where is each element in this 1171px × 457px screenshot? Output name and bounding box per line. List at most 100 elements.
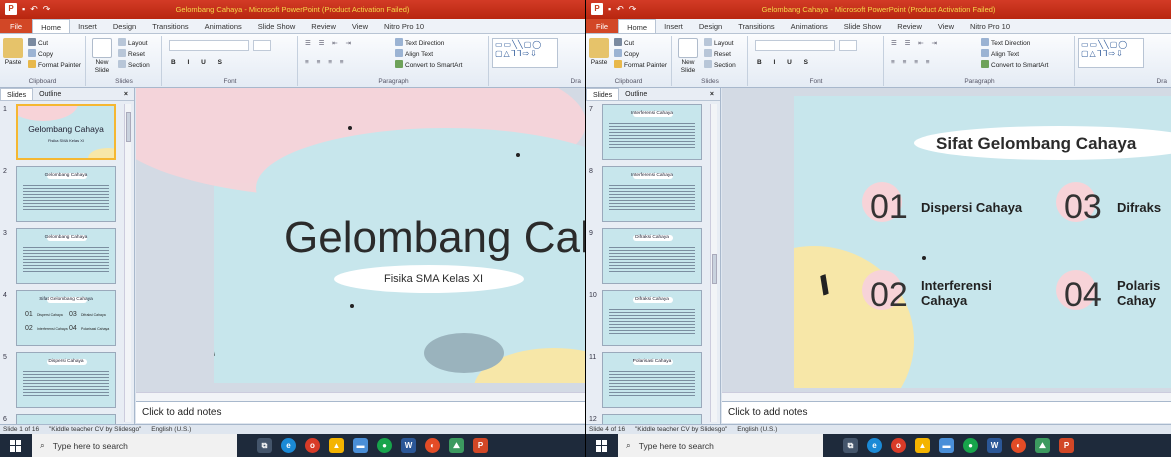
file-explorer-icon[interactable]: ▬ (939, 438, 954, 453)
list-buttons[interactable]: ☰ ☰ ⇤ ⇥ (891, 39, 940, 49)
tab-outline[interactable]: Outline (33, 88, 67, 100)
item-label[interactable]: Difraks (1117, 200, 1161, 215)
tab-nitro[interactable]: Nitro Pro 10 (376, 19, 432, 33)
task-view-icon[interactable]: ⧉ (843, 438, 858, 453)
layout-button[interactable]: Layout (704, 38, 734, 49)
tab-design[interactable]: Design (105, 19, 144, 33)
tab-review[interactable]: Review (303, 19, 344, 33)
powerpoint-icon[interactable]: P (1059, 438, 1074, 453)
tab-design[interactable]: Design (691, 19, 730, 33)
reset-button[interactable]: Reset (704, 49, 731, 60)
tab-animations[interactable]: Animations (197, 19, 250, 33)
tab-outline[interactable]: Outline (619, 88, 653, 100)
cut-button[interactable]: Cut (614, 38, 634, 49)
panel-scrollbar[interactable] (710, 104, 717, 422)
font-size-select[interactable] (839, 40, 857, 51)
windows-start-icon[interactable] (596, 439, 608, 452)
vlc-icon[interactable]: ▲ (915, 438, 930, 453)
tab-file[interactable]: File (0, 19, 33, 33)
tab-slides[interactable]: Slides (586, 88, 620, 100)
slide-title[interactable]: Sifat Gelombang Cahaya (936, 134, 1136, 154)
tab-insert[interactable]: Insert (656, 19, 691, 33)
font-family-select[interactable] (755, 40, 835, 51)
chrome-icon[interactable]: ● (377, 438, 392, 453)
tab-home[interactable]: Home (32, 19, 71, 33)
tab-insert[interactable]: Insert (70, 19, 105, 33)
slide-thumbnail-5[interactable]: Dispersi Cahaya (16, 352, 116, 408)
font-size-select[interactable] (253, 40, 271, 51)
align-buttons[interactable]: ≡ ≡ ≡ ≡ (891, 58, 933, 68)
font-format-buttons[interactable]: B I U S (171, 58, 227, 68)
scrollbar-thumb[interactable] (126, 112, 131, 142)
app-icon[interactable]: o (305, 438, 320, 453)
align-buttons[interactable]: ≡ ≡ ≡ ≡ (305, 58, 347, 68)
slide-thumbnail-2[interactable]: Gelombang Cahaya (16, 166, 116, 222)
task-view-icon[interactable]: ⧉ (257, 438, 272, 453)
slide-thumbnail-10[interactable]: Difraksi Cahaya (602, 290, 702, 346)
section-button[interactable]: Section (118, 60, 150, 71)
word-icon[interactable]: W (401, 438, 416, 453)
taskbar-search[interactable]: ⌕ Type here to search (618, 434, 823, 457)
edge-icon[interactable]: e (867, 438, 882, 453)
editor-h-scrollbar[interactable] (136, 392, 585, 401)
item-label[interactable]: Polaris Cahay (1117, 278, 1169, 308)
tab-nitro[interactable]: Nitro Pro 10 (962, 19, 1018, 33)
notes-pane[interactable]: Click to add notes (722, 401, 1171, 423)
powerpoint-icon[interactable]: P (473, 438, 488, 453)
photos-icon[interactable]: ⛰ (1035, 438, 1050, 453)
slide-subtitle[interactable]: Fisika SMA Kelas XI (384, 273, 483, 285)
font-format-buttons[interactable]: B I U S (757, 58, 813, 68)
editor-h-scrollbar[interactable] (722, 392, 1171, 401)
paste-button[interactable]: Paste (588, 38, 610, 67)
slide-thumbnail-9[interactable]: Difraksi Cahaya (602, 228, 702, 284)
chrome-icon[interactable]: ● (963, 438, 978, 453)
tab-review[interactable]: Review (889, 19, 930, 33)
new-slide-button[interactable]: New Slide (675, 38, 701, 75)
slide-title[interactable]: Gelombang Cahaya (284, 213, 585, 263)
tab-transitions[interactable]: Transitions (730, 19, 782, 33)
format-painter-button[interactable]: Format Painter (614, 60, 667, 71)
list-buttons[interactable]: ☰ ☰ ⇤ ⇥ (305, 39, 354, 49)
paste-button[interactable]: Paste (2, 38, 24, 67)
slide-thumbnail-1[interactable]: Gelombang Cahaya Fisika SMA Kelas XI (16, 104, 116, 160)
slide-thumbnail-7[interactable]: Interferensi Cahaya (602, 104, 702, 160)
tab-slide-show[interactable]: Slide Show (250, 19, 304, 33)
section-button[interactable]: Section (704, 60, 736, 71)
close-panel-icon[interactable]: × (118, 88, 134, 100)
word-icon[interactable]: W (987, 438, 1002, 453)
item-label[interactable]: Interferensi Cahaya (921, 278, 1011, 308)
text-direction-button[interactable]: Text Direction (395, 38, 444, 49)
tab-slide-show[interactable]: Slide Show (836, 19, 890, 33)
close-panel-icon[interactable]: × (704, 88, 720, 100)
photos-icon[interactable]: ⛰ (449, 438, 464, 453)
slide-thumbnail-4[interactable]: Sifat Gelombang Cahaya 01 Dispersi Cahay… (16, 290, 116, 346)
tab-view[interactable]: View (344, 19, 376, 33)
tab-view[interactable]: View (930, 19, 962, 33)
align-text-button[interactable]: Align Text (981, 49, 1019, 60)
panel-scrollbar[interactable] (124, 104, 131, 422)
edge-icon[interactable]: e (281, 438, 296, 453)
tab-transitions[interactable]: Transitions (144, 19, 196, 33)
font-family-select[interactable] (169, 40, 249, 51)
smartart-button[interactable]: Convert to SmartArt (981, 60, 1048, 71)
copy-button[interactable]: Copy (28, 49, 53, 60)
layout-button[interactable]: Layout (118, 38, 148, 49)
scrollbar-thumb[interactable] (712, 254, 717, 284)
text-direction-button[interactable]: Text Direction (981, 38, 1030, 49)
align-text-button[interactable]: Align Text (395, 49, 433, 60)
tab-home[interactable]: Home (618, 19, 657, 33)
new-slide-button[interactable]: New Slide (89, 38, 115, 75)
tab-file[interactable]: File (586, 19, 619, 33)
copy-button[interactable]: Copy (614, 49, 639, 60)
slide-thumbnail-11[interactable]: Polarisasi Cahaya (602, 352, 702, 408)
smartart-button[interactable]: Convert to SmartArt (395, 60, 462, 71)
slide-thumbnail-3[interactable]: Gelombang Cahaya (16, 228, 116, 284)
tab-slides[interactable]: Slides (0, 88, 34, 100)
reset-button[interactable]: Reset (118, 49, 145, 60)
slide-canvas[interactable]: Sifat Gelombang Cahaya 01 Dispersi Cahay… (794, 96, 1171, 388)
item-label[interactable]: Dispersi Cahaya (921, 200, 1022, 215)
format-painter-button[interactable]: Format Painter (28, 60, 81, 71)
taskbar-search[interactable]: ⌕ Type here to search (32, 434, 237, 457)
browser-icon[interactable]: ◐ (425, 438, 440, 453)
notes-pane[interactable]: Click to add notes (136, 401, 585, 423)
